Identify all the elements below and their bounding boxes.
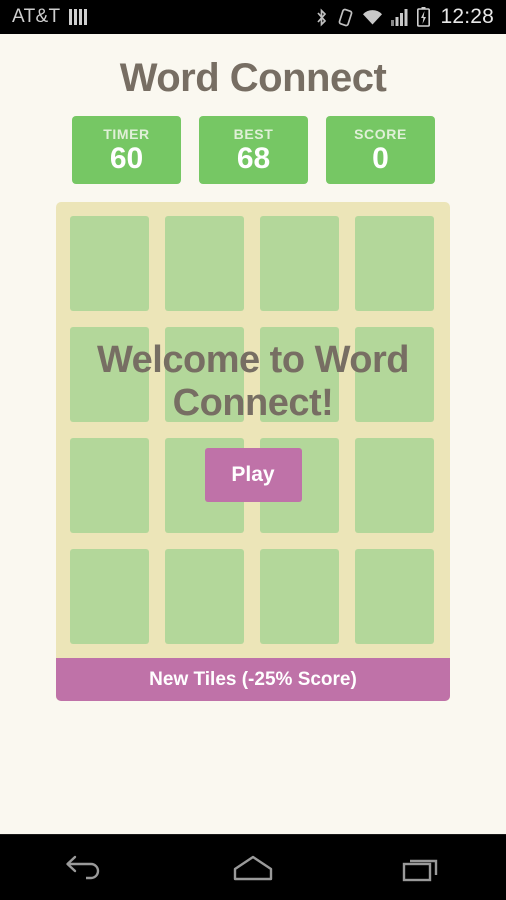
best-label: BEST bbox=[233, 125, 274, 142]
tile[interactable] bbox=[355, 549, 434, 644]
tile[interactable] bbox=[355, 438, 434, 533]
tile[interactable] bbox=[70, 327, 149, 422]
timer-label: TIMER bbox=[103, 125, 150, 142]
android-nav-bar bbox=[0, 834, 506, 900]
wifi-icon bbox=[362, 9, 383, 26]
best-value: 68 bbox=[236, 141, 271, 175]
tile[interactable] bbox=[165, 549, 244, 644]
score-value: 0 bbox=[372, 141, 389, 175]
clock-label: 12:28 bbox=[440, 5, 494, 28]
page-title: Word Connect bbox=[119, 56, 387, 100]
tile[interactable] bbox=[70, 216, 149, 311]
recents-icon[interactable] bbox=[380, 845, 464, 891]
phone-screen: AT&T 12:28 Word Connect TIMER 60 BEST 68… bbox=[0, 0, 506, 900]
score-panel: TIMER 60 BEST 68 SCORE 0 bbox=[72, 116, 435, 184]
tile[interactable] bbox=[260, 549, 339, 644]
carrier-label: AT&T bbox=[12, 6, 61, 27]
score-box-score: SCORE 0 bbox=[326, 116, 435, 184]
battery-charging-icon bbox=[417, 7, 431, 27]
score-label: SCORE bbox=[354, 125, 407, 142]
new-tiles-button[interactable]: New Tiles (-25% Score) bbox=[56, 658, 450, 701]
play-button[interactable]: Play bbox=[204, 448, 302, 503]
status-bar: AT&T 12:28 bbox=[0, 0, 506, 34]
bluetooth-icon bbox=[314, 7, 329, 27]
tile[interactable] bbox=[70, 438, 149, 533]
tile[interactable] bbox=[165, 327, 244, 422]
tile-grid bbox=[70, 216, 436, 644]
tile[interactable] bbox=[260, 216, 339, 311]
vibrate-icon bbox=[337, 8, 354, 27]
home-icon[interactable] bbox=[211, 845, 295, 891]
signal-bars-icon bbox=[69, 9, 88, 25]
tile[interactable] bbox=[355, 216, 434, 311]
status-bar-right: 12:28 bbox=[314, 5, 494, 29]
app-content: Word Connect TIMER 60 BEST 68 SCORE 0 Ne… bbox=[0, 34, 506, 834]
tile[interactable] bbox=[260, 327, 339, 422]
tile[interactable] bbox=[355, 327, 434, 422]
cell-signal-icon bbox=[391, 8, 409, 26]
score-box-best: BEST 68 bbox=[199, 116, 308, 184]
back-icon[interactable] bbox=[42, 845, 126, 891]
status-bar-left: AT&T bbox=[12, 6, 88, 28]
timer-value: 60 bbox=[109, 141, 144, 175]
score-box-timer: TIMER 60 bbox=[72, 116, 181, 184]
tile[interactable] bbox=[165, 216, 244, 311]
tile[interactable] bbox=[70, 549, 149, 644]
